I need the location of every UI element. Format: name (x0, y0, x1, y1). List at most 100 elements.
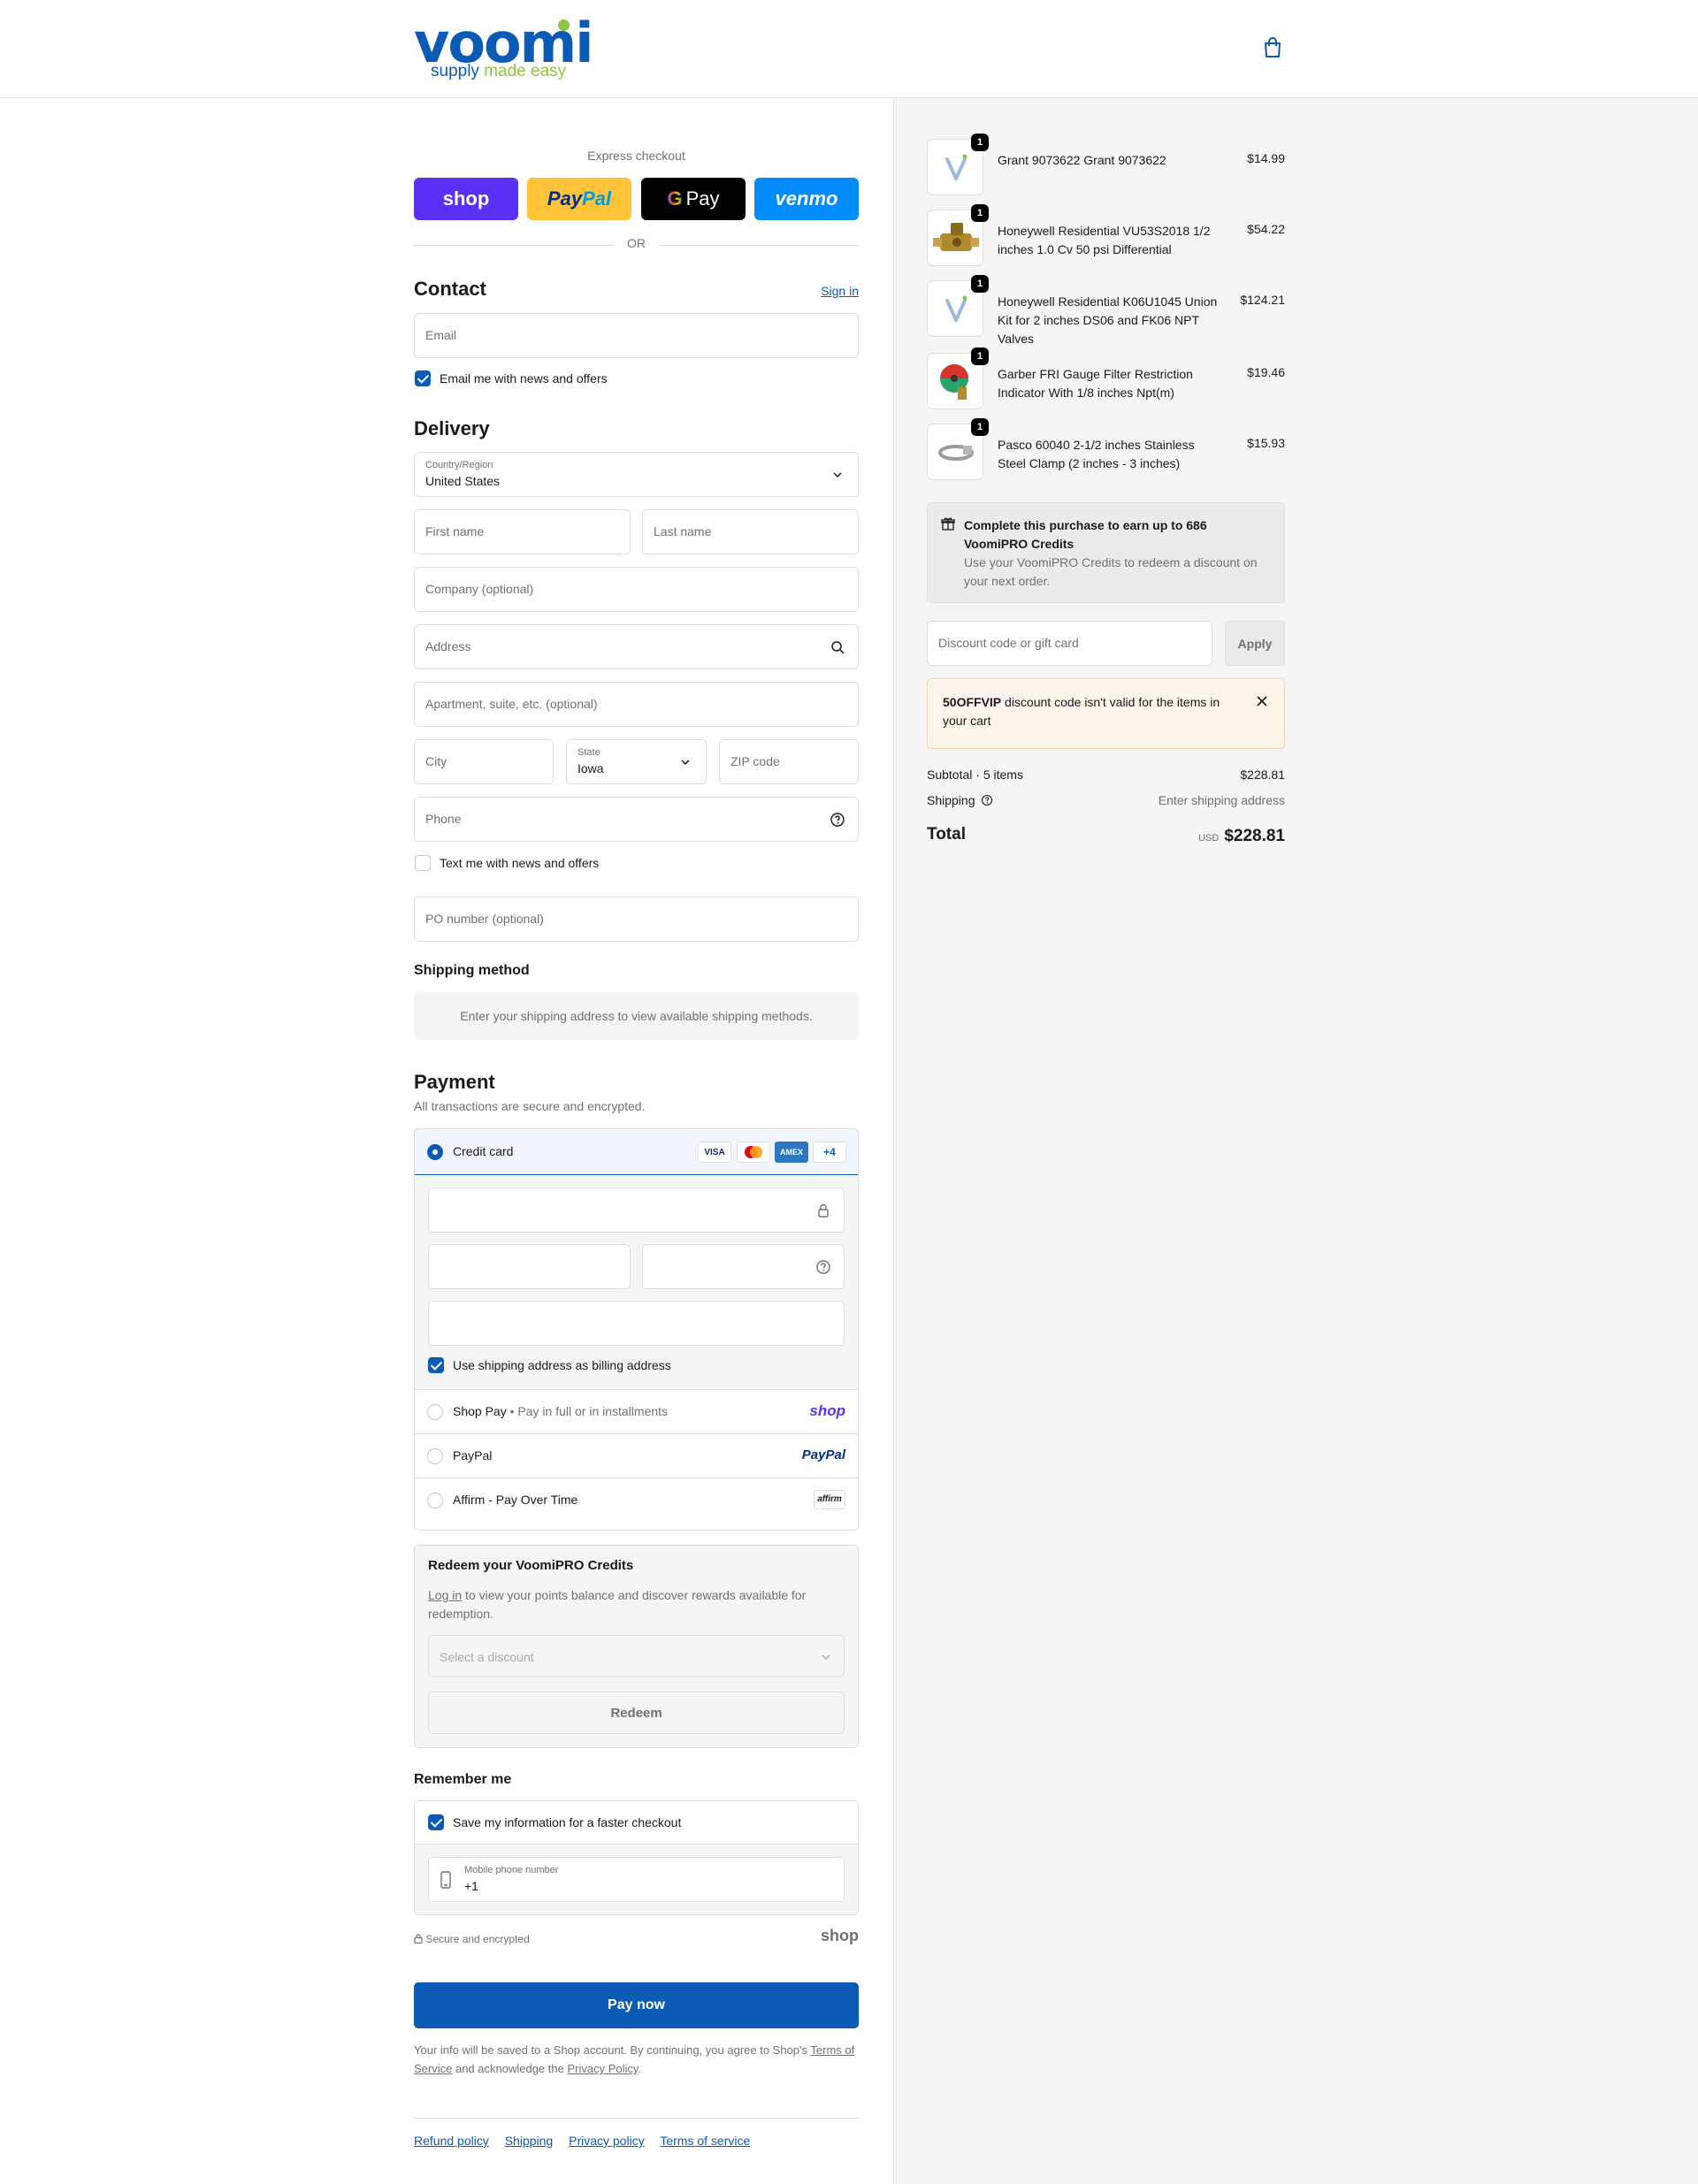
discount-error-text: 50OFFVIP discount code isn't valid for t… (943, 695, 1220, 728)
refund-policy-link[interactable]: Refund policy (414, 2134, 489, 2148)
sign-in-link[interactable]: Sign in (821, 284, 859, 298)
country-select[interactable]: Country/Region United States (414, 452, 859, 497)
paypal-option[interactable]: PayPal PayPal (415, 1433, 858, 1478)
item-price: $19.46 (1247, 365, 1285, 379)
remember-me-heading: Remember me (414, 1772, 512, 1787)
save-info-checkbox[interactable] (428, 1814, 444, 1830)
help-circle-icon[interactable] (830, 812, 845, 828)
close-icon[interactable] (1256, 695, 1268, 707)
apply-discount-button[interactable]: Apply (1225, 621, 1285, 666)
affirm-logo: affirm (814, 1490, 845, 1509)
paypal-label: PayPal (453, 1448, 493, 1462)
currency-code: USD (1198, 833, 1220, 844)
phone-field[interactable]: Phone (414, 797, 859, 842)
credits-title: Complete this purchase to earn up to 686… (964, 518, 1207, 551)
zip-field[interactable]: ZIP code (719, 739, 859, 784)
affirm-radio[interactable] (427, 1493, 443, 1508)
amex-icon: AMEX (775, 1142, 808, 1163)
quantity-badge: 1 (971, 204, 989, 222)
email-field[interactable]: Email (414, 313, 859, 358)
card-security-code-field[interactable] (642, 1244, 845, 1289)
item-name: Garber FRI Gauge Filter Restriction Indi… (998, 367, 1193, 400)
item-name: Honeywell Residential VU53S2018 1/2 inch… (998, 224, 1211, 256)
credit-card-option[interactable]: Credit card VISA AMEX +4 (415, 1129, 858, 1175)
city-field[interactable]: City (414, 739, 554, 784)
total-label: Total (927, 825, 966, 844)
credits-text: Use your VoomiPRO Credits to redeem a di… (964, 555, 1258, 588)
redeem-credits-panel: Redeem your VoomiPRO Credits Log in to v… (414, 1545, 859, 1748)
venmo-express-button[interactable]: venmo (754, 178, 859, 220)
paypal-logo: PayPal (801, 1447, 845, 1462)
mastercard-icon (737, 1142, 770, 1163)
help-circle-icon[interactable] (815, 1259, 831, 1275)
logo-tagline: supply made easy (431, 62, 567, 80)
gift-icon (941, 517, 955, 531)
save-info-label: Save my information for a faster checkou… (453, 1815, 682, 1829)
or-divider: OR (414, 236, 859, 254)
text-news-checkbox[interactable] (415, 855, 431, 871)
discount-code-field[interactable]: Discount code or gift card (927, 621, 1212, 666)
shop-pay-express-button[interactable]: shop (414, 178, 518, 220)
help-circle-icon[interactable] (981, 794, 993, 806)
shipping-policy-link[interactable]: Shipping (505, 2134, 554, 2148)
item-price: $124.21 (1240, 293, 1285, 307)
secure-note: Secure and encrypted (414, 1933, 530, 1945)
privacy-policy-link[interactable]: Privacy Policy (567, 2062, 638, 2075)
affirm-option[interactable]: Affirm - Pay Over Time affirm (415, 1478, 858, 1522)
shop-pay-option[interactable]: Shop Pay • Pay in full or in installment… (415, 1389, 858, 1433)
shipping-value: Enter shipping address (1158, 793, 1285, 807)
company-field[interactable]: Company (optional) (414, 567, 859, 612)
express-checkout-label: Express checkout (587, 149, 685, 163)
shop-pay-logo: shop (809, 1402, 845, 1419)
card-expiry-field[interactable] (428, 1244, 631, 1289)
shop-logo: shop (821, 1927, 859, 1944)
discount-error-message: 50OFFVIP discount code isn't valid for t… (927, 678, 1285, 749)
email-news-checkbox[interactable] (415, 370, 431, 386)
credit-card-radio[interactable] (427, 1144, 443, 1160)
shipping-row: Shipping Enter shipping address (927, 793, 1285, 807)
item-price: $15.93 (1247, 436, 1285, 450)
billing-address-checkbox[interactable] (428, 1357, 444, 1373)
paypal-radio[interactable] (427, 1448, 443, 1464)
chevron-down-icon (681, 760, 690, 766)
more-cards-badge: +4 (813, 1142, 846, 1163)
lock-icon (818, 1203, 829, 1218)
state-select[interactable]: State Iowa (566, 739, 707, 784)
apartment-field[interactable]: Apartment, suite, etc. (optional) (414, 682, 859, 727)
cart-item: 1 Honeywell Residential VU53S2018 1/2 in… (927, 204, 1285, 271)
quantity-badge: 1 (971, 418, 989, 436)
first-name-field[interactable]: First name (414, 509, 631, 554)
credits-promo: Complete this purchase to earn up to 686… (927, 502, 1285, 603)
total-row: Total USD $228.81 (927, 825, 1285, 851)
card-name-field[interactable] (428, 1301, 845, 1346)
address-field[interactable]: Address (414, 624, 859, 669)
discount-select[interactable]: Select a discount (428, 1635, 845, 1677)
shipping-label: Shipping (927, 793, 975, 807)
logo-dot (558, 19, 570, 31)
shipping-method-heading: Shipping method (414, 963, 530, 978)
total-amount: USD $228.81 (1198, 827, 1285, 846)
card-number-field[interactable] (428, 1187, 845, 1233)
cart-item: 1 Pasco 60040 2-1/2 inches Stainless Ste… (927, 418, 1285, 485)
mobile-phone-field[interactable]: Mobile phone number +1 (428, 1857, 845, 1902)
cart-item: 1 Grant 9073622 Grant 9073622 $14.99 (927, 134, 1285, 201)
item-price: $14.99 (1247, 151, 1285, 165)
paypal-express-button[interactable]: Pay Pal (527, 178, 631, 220)
login-link[interactable]: Log in (428, 1588, 462, 1602)
terms-of-service-footer-link[interactable]: Terms of service (660, 2134, 750, 2148)
redeem-button[interactable]: Redeem (428, 1691, 845, 1734)
contact-heading: Contact (414, 278, 486, 300)
google-pay-express-button[interactable]: G Pay (641, 178, 746, 220)
shop-pay-radio[interactable] (427, 1404, 443, 1420)
voomi-logo[interactable]: voomi supply made easy (414, 16, 593, 83)
redeem-description: Log in to view your points balance and d… (428, 1588, 807, 1621)
last-name-field[interactable]: Last name (642, 509, 859, 554)
credit-card-panel: Use shipping address as billing address (415, 1175, 858, 1389)
shopping-bag-icon[interactable] (1263, 37, 1282, 58)
po-number-field[interactable]: PO number (optional) (414, 897, 859, 942)
pay-now-button[interactable]: Pay now (414, 1982, 859, 2028)
mobile-phone-icon (440, 1871, 451, 1889)
affirm-label: Affirm - Pay Over Time (453, 1493, 578, 1507)
quantity-badge: 1 (971, 134, 989, 151)
privacy-policy-footer-link[interactable]: Privacy policy (569, 2134, 645, 2148)
